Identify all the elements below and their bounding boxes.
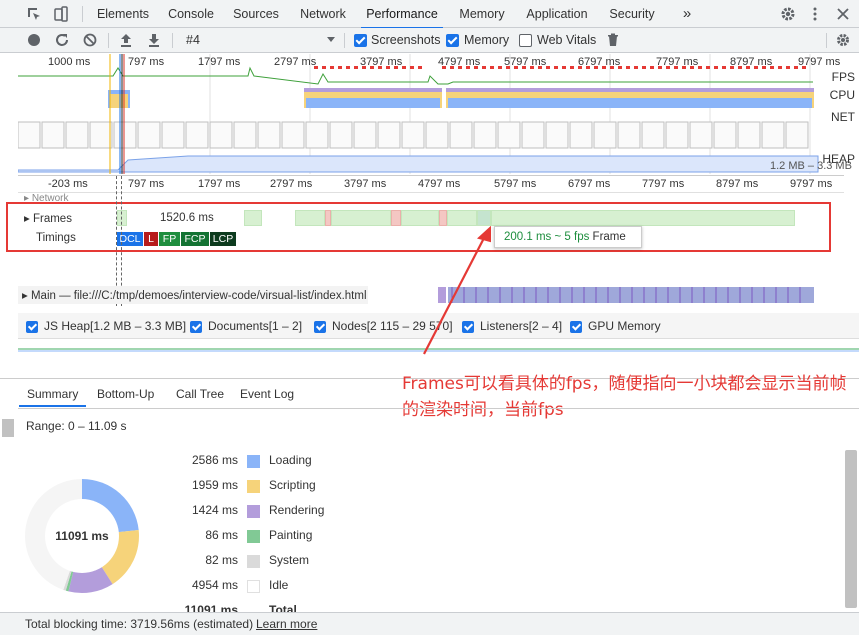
learn-more-link[interactable]: Learn more <box>256 617 317 631</box>
summary-ms: 4954 ms <box>191 578 238 592</box>
scrollbar-thumb[interactable] <box>845 450 857 608</box>
donut-total: 11091 ms <box>55 529 109 543</box>
summary-swatch <box>247 480 260 493</box>
summary-name: Painting <box>269 528 313 542</box>
tab-summary[interactable]: Summary <box>18 387 87 407</box>
summary-name: System <box>269 553 310 567</box>
range-label: Range: 0 – 11.09 s <box>26 419 127 433</box>
summary-name: Scripting <box>269 478 316 492</box>
tab-bottom-up[interactable]: Bottom-Up <box>97 387 154 401</box>
scrollbar-thumb[interactable] <box>2 419 14 437</box>
summary-row-scripting: 1959 ms Scripting <box>160 478 360 496</box>
summary-row-rendering: 1424 ms Rendering <box>160 503 360 521</box>
summary-row-loading: 2586 ms Loading <box>160 453 360 471</box>
annotation-text: Frames可以看具体的fps，随便指向一小块都会显示当前帧的渲染时间，当前fp… <box>402 374 847 420</box>
summary-row-system: 82 ms System <box>160 553 360 571</box>
summary-row-idle: 4954 ms Idle <box>160 578 360 596</box>
summary-swatch <box>247 505 260 518</box>
summary-row-painting: 86 ms Painting <box>160 528 360 546</box>
summary-swatch <box>247 530 260 543</box>
summary-swatch <box>247 455 260 468</box>
status-footer: Total blocking time: 3719.56ms (estimate… <box>0 612 859 635</box>
summary-donut-chart: 11091 ms <box>25 479 139 593</box>
summary-ms: 1424 ms <box>191 503 238 517</box>
tabs-divider <box>18 408 859 409</box>
summary-ms: 2586 ms <box>191 453 238 467</box>
details-tabs: Summary Bottom-Up Call Tree Event Log <box>18 383 398 407</box>
summary-swatch <box>247 580 260 593</box>
summary-name: Loading <box>269 453 312 467</box>
tab-event-log[interactable]: Event Log <box>240 387 294 401</box>
summary-swatch <box>247 555 260 568</box>
summary-ms: 86 ms <box>205 528 238 542</box>
summary-ms: 82 ms <box>205 553 238 567</box>
summary-name: Rendering <box>269 503 325 517</box>
total-blocking-time: Total blocking time: 3719.56ms (estimate… <box>25 617 254 631</box>
summary-ms: 1959 ms <box>191 478 238 492</box>
tab-call-tree[interactable]: Call Tree <box>176 387 224 401</box>
summary-name: Idle <box>269 578 289 592</box>
